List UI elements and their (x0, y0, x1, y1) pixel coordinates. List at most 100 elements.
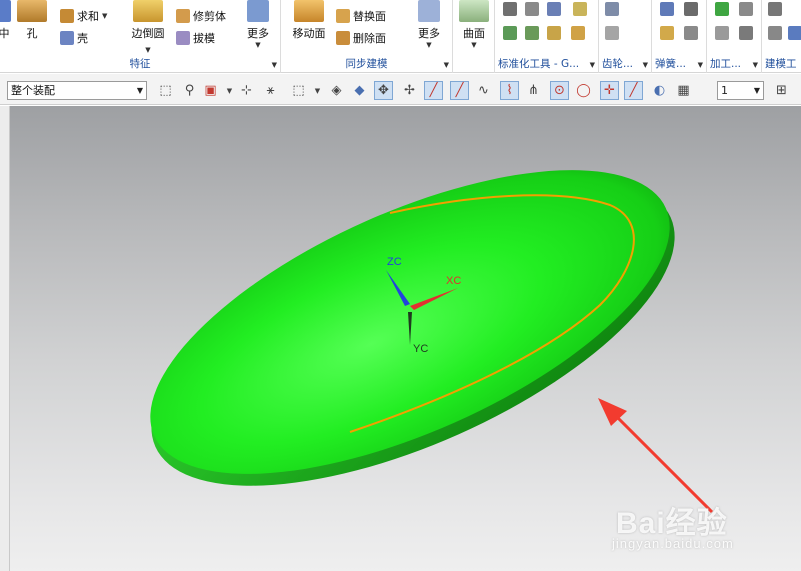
grid-icon[interactable]: ▦ (674, 81, 693, 100)
replace-face-icon (336, 9, 350, 23)
spring-tool-icon-2[interactable] (684, 2, 698, 16)
feature-more-button[interactable]: 更多 ▼ (240, 0, 276, 49)
feature-group-expand-arrow[interactable]: ▼ (272, 61, 277, 69)
gc-tool-icon-1[interactable] (503, 2, 517, 16)
machining-group-expand-arrow[interactable]: ▼ (753, 61, 758, 69)
gc-tool-icon-3[interactable] (547, 2, 561, 16)
unite-icon (60, 9, 74, 23)
gear-group: 齿轮... ▼ (599, 0, 652, 73)
left-cut-button[interactable]: 中 (0, 0, 14, 41)
gc-tool-icon-5[interactable] (525, 26, 539, 40)
chevron-down-icon[interactable]: ▼ (137, 82, 143, 99)
spring-tool-icon-4[interactable] (684, 26, 698, 40)
mid-point-icon[interactable]: ╱ (450, 81, 469, 100)
ribbon: 中 孔 求和 ▼ 壳 边倒圆 ▼ 修剪体 拔模 更多 ▼ 特征 ▼ 移动面 替换… (0, 0, 801, 73)
baidu-jingyan-watermark: Bai经验 jingyan.baidu.com (600, 490, 800, 570)
draft-button[interactable]: 拔模 (176, 30, 215, 46)
hole-button[interactable]: 孔 (16, 0, 48, 41)
modeling-tool-icon-3[interactable] (788, 26, 801, 40)
machining-tool-icon-4[interactable] (739, 26, 753, 40)
control-point-icon[interactable]: ⌇ (500, 81, 519, 100)
point-filter-icon[interactable]: ▣ (201, 81, 220, 100)
move-face-icon (294, 0, 324, 22)
hole-icon (17, 0, 47, 22)
unite-dropdown-arrow[interactable]: ▼ (102, 12, 107, 20)
watermark-url: jingyan.baidu.com (612, 536, 734, 551)
feature-group: 中 孔 求和 ▼ 壳 边倒圆 ▼ 修剪体 拔模 更多 ▼ 特征 ▼ (0, 0, 281, 73)
gc-tool-icon-4[interactable] (503, 26, 517, 40)
shaded-view-icon[interactable]: ◈ (327, 81, 346, 100)
unite-button[interactable]: 求和 ▼ (60, 8, 107, 24)
sync-modeling-group: 移动面 替换面 删除面 更多 ▼ 同步建模 ▼ (281, 0, 453, 73)
gc-tool-icon-8[interactable] (573, 2, 587, 16)
gear-tool-icon-2[interactable] (605, 26, 619, 40)
shell-button[interactable]: 壳 (60, 30, 88, 46)
delete-face-icon (336, 31, 350, 45)
layer-combo[interactable]: 1 ▼ (717, 81, 764, 100)
machining-group: 加工... ▼ (707, 0, 762, 73)
xc-axis-label: XC (446, 275, 462, 287)
gc-tool-icon-7[interactable] (571, 26, 585, 40)
point-on-face-icon[interactable]: ◐ (650, 81, 669, 100)
shell-icon (60, 31, 74, 45)
zc-axis-label: ZC (387, 256, 402, 268)
end-point-icon[interactable]: ╱ (424, 81, 443, 100)
rectangle-select-dropdown[interactable]: ▼ (308, 81, 327, 100)
curve-point-icon[interactable]: ∿ (474, 81, 493, 100)
gc-tool-icon-2[interactable] (525, 2, 539, 16)
chevron-down-icon[interactable]: ▼ (754, 82, 760, 99)
edge-blend-icon (133, 0, 163, 22)
sync-more-button[interactable]: 更多 ▼ (411, 0, 447, 49)
spring-tool-icon-3[interactable] (660, 26, 674, 40)
view-icon[interactable]: ⊞ (772, 81, 791, 100)
yc-axis-label: YC (413, 343, 429, 355)
selection-scope-dropdown[interactable]: 整个装配 ▼ (7, 81, 147, 100)
arc-center-icon[interactable]: ⊙ (550, 81, 569, 100)
gc-toolkit-group-label: 标准化工具 - G... (498, 58, 580, 70)
spring-group: 弹簧... ▼ (652, 0, 707, 73)
snap-filter-icon[interactable]: ⚲ (180, 81, 199, 100)
gear-tool-icon-1[interactable] (605, 2, 619, 16)
edge-blend-button[interactable]: 边倒圆 (128, 0, 168, 41)
quadrant-point-icon[interactable]: ◯ (574, 81, 593, 100)
gc-tool-icon-6[interactable] (547, 26, 561, 40)
sync-modeling-group-label: 同步建模 (345, 58, 388, 70)
modeling-tools-group: 建模工 (762, 0, 801, 73)
move-face-button[interactable]: 移动面 (289, 0, 329, 41)
delete-face-button[interactable]: 删除面 (336, 30, 386, 46)
sketch-filter-icon[interactable]: ⊹ (237, 81, 256, 100)
triangle-icon[interactable] (768, 2, 782, 16)
gc-group-expand-arrow[interactable]: ▼ (590, 61, 595, 69)
intersection-icon[interactable]: ⋔ (524, 81, 543, 100)
selection-toolbar: 整个装配 ▼ ⬚ ⚲ ▣ ▼ ⊹ ⚹ ⬚ ▼ ◈ ◆ ✥ ✢ ╱ ╱ ∿ ⌇ ⋔… (0, 74, 801, 105)
surface-group: 曲面 ▼ (453, 0, 495, 73)
point-on-curve-icon[interactable]: ╱ (624, 81, 643, 100)
feature-group-label: 特征 (129, 58, 151, 70)
machining-tool-icon-2[interactable] (739, 2, 753, 16)
gear-group-expand-arrow[interactable]: ▼ (643, 61, 648, 69)
surface-button[interactable]: 曲面 ▼ (455, 0, 493, 49)
machining-tool-icon-3[interactable] (715, 26, 729, 40)
snap-vertex-icon[interactable]: ✥ (374, 81, 393, 100)
trim-body-icon (176, 9, 190, 23)
assembly-filter-icon[interactable]: ⚹ (261, 81, 280, 100)
existing-point-icon[interactable]: ✛ (600, 81, 619, 100)
part-filter-icon[interactable]: ⬚ (156, 81, 175, 100)
sync-more-icon (418, 0, 440, 22)
check-icon[interactable] (715, 2, 729, 16)
trim-body-button[interactable]: 修剪体 (176, 8, 226, 24)
cut-icon (0, 0, 11, 22)
nx-window: 中 孔 求和 ▼ 壳 边倒圆 ▼ 修剪体 拔模 更多 ▼ 特征 ▼ 移动面 替换… (0, 0, 801, 571)
modeling-tools-group-label: 建模工 (765, 58, 797, 70)
spring-tool-icon-1[interactable] (660, 2, 674, 16)
draft-icon (176, 31, 190, 45)
rectangle-select-icon[interactable]: ⬚ (289, 81, 308, 100)
surface-icon (459, 0, 489, 22)
replace-face-button[interactable]: 替换面 (336, 8, 386, 24)
modeling-tool-icon-2[interactable] (768, 26, 782, 40)
solid-view-icon[interactable]: ◆ (350, 81, 369, 100)
edge-blend-dropdown[interactable]: ▼ (141, 42, 155, 55)
sync-group-expand-arrow[interactable]: ▼ (444, 61, 449, 69)
snap-move-icon[interactable]: ✢ (400, 81, 419, 100)
spring-group-expand-arrow[interactable]: ▼ (698, 61, 703, 69)
